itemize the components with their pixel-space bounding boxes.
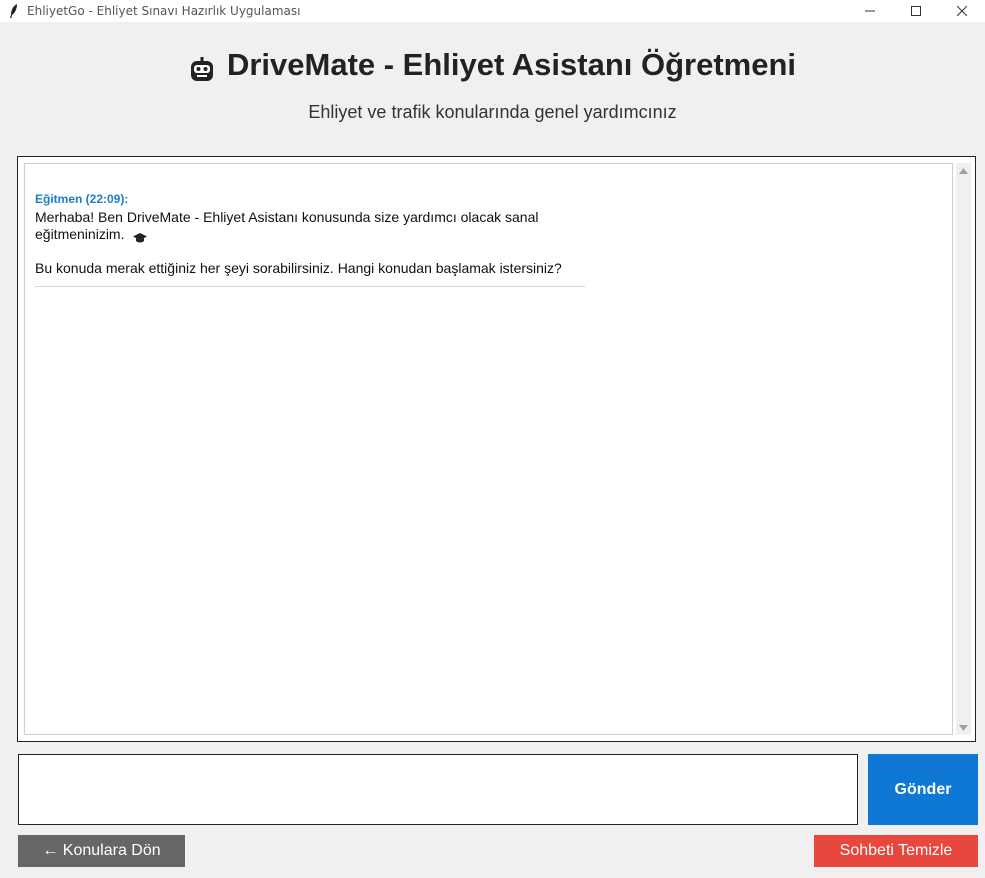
send-button[interactable]: Gönder (868, 754, 978, 825)
maximize-icon[interactable] (893, 0, 939, 22)
chat-message: Eğitmen (22:09): Merhaba! Ben DriveMate … (35, 192, 585, 287)
close-icon[interactable] (939, 0, 985, 22)
app-window: EhliyetGo - Ehliyet Sınavı Hazırlık Uygu… (0, 0, 985, 878)
back-to-topics-button[interactable]: ← Konulara Dön (18, 835, 185, 867)
feather-icon (7, 4, 21, 18)
chat-scrollbar[interactable] (956, 163, 971, 735)
clear-chat-button[interactable]: Sohbeti Temizle (814, 835, 978, 867)
chat-area[interactable]: Eğitmen (22:09): Merhaba! Ben DriveMate … (17, 156, 976, 742)
page-title: DriveMate - Ehliyet Asistanı Öğretmeni (226, 47, 797, 82)
window-controls (847, 0, 985, 22)
graduation-cap-icon (133, 230, 148, 243)
message-sender: Eğitmen (22:09): (35, 192, 129, 206)
title-bar: EhliyetGo - Ehliyet Sınavı Hazırlık Uygu… (0, 0, 985, 22)
robot-icon (189, 55, 215, 81)
page-subtitle: Ehliyet ve trafik konularında genel yard… (308, 102, 677, 122)
chat-log[interactable]: Eğitmen (22:09): Merhaba! Ben DriveMate … (24, 163, 953, 735)
scroll-down-icon[interactable] (956, 720, 971, 735)
page-title-row: DriveMate - Ehliyet Asistanı Öğretmeni (0, 47, 985, 83)
window-title: EhliyetGo - Ehliyet Sınavı Hazırlık Uygu… (27, 4, 301, 18)
scroll-up-icon[interactable] (956, 163, 971, 178)
message-text: Bu konuda merak ettiğiniz her şeyi sorab… (35, 260, 562, 276)
message-divider (35, 286, 585, 287)
message-text: Merhaba! Ben DriveMate - Ehliyet Asistan… (35, 209, 539, 242)
message-input[interactable] (18, 754, 858, 825)
minimize-icon[interactable] (847, 0, 893, 22)
message-line: Merhaba! Ben DriveMate - Ehliyet Asistan… (35, 209, 585, 243)
